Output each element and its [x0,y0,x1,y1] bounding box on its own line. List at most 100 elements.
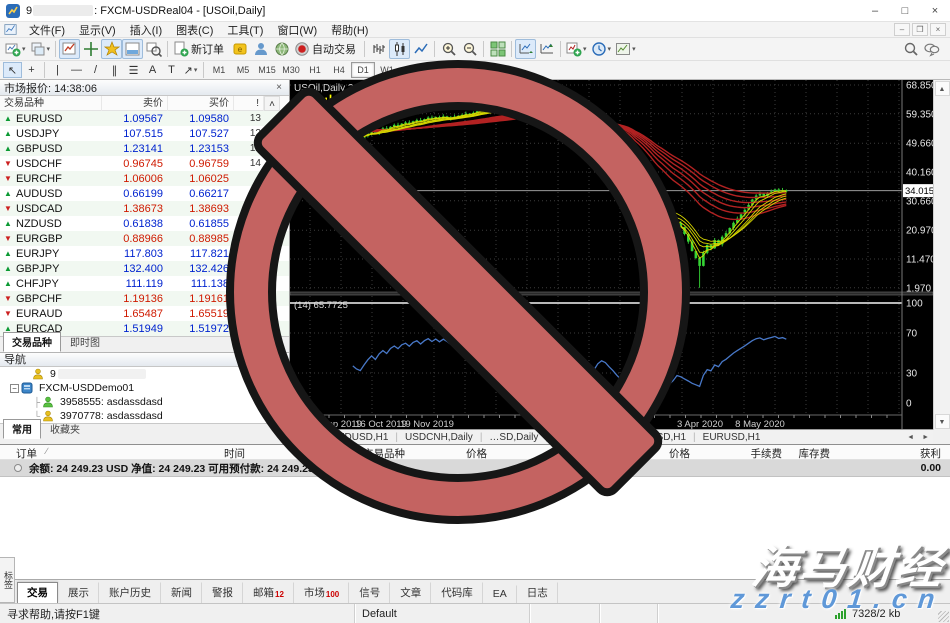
child-close-button[interactable]: × [930,23,946,36]
market-watch-column-header[interactable]: 卖价 [102,96,168,111]
vline-button[interactable]: | [48,62,67,78]
market-watch-column-header[interactable]: 买价 [168,96,234,111]
side-vertical-tab[interactable]: 标签 [0,557,15,603]
chart-scrollbar[interactable]: ▲ ▼ [933,80,950,430]
quote-row-eurusd[interactable]: ▲EURUSD1.095671.0958013 [0,111,289,126]
shapes-button[interactable]: ↗▾ [181,62,200,78]
navigator-tab-常用[interactable]: 常用 [3,419,41,439]
menu-item[interactable]: 插入(I) [123,25,169,37]
child-minimize-button[interactable]: – [894,23,910,36]
auto-scroll-button[interactable] [515,39,536,59]
dropdown-arrow-icon[interactable]: ▾ [632,45,636,53]
indicators-button[interactable]: ▾ [564,39,589,59]
navigator-item[interactable]: ├3958555: asdassdasd [0,395,289,409]
market-watch-tab-交易品种[interactable]: 交易品种 [3,332,61,352]
terminal-tab-账户历史[interactable]: 账户历史 [99,582,161,603]
quote-row-nzdusd[interactable]: ▲NZDUSD0.618380.61855 [0,216,289,231]
quote-row-gbpjpy[interactable]: ▲GBPJPY132.400132.426 [0,261,289,276]
dropdown-arrow-icon[interactable]: ▾ [583,45,587,53]
navigator-item[interactable]: −FXCM-USDDemo01 [0,381,289,395]
zoom-out-button[interactable] [459,39,480,59]
terminal-column-0[interactable]: 订单 [16,446,37,461]
terminal-tab-警报[interactable]: 警报 [202,582,243,603]
scroll-up-icon[interactable]: ▲ [935,81,950,96]
chart-shift-button[interactable] [536,39,557,59]
new-chart-button[interactable]: ▾ [3,39,28,59]
maximize-button[interactable]: □ [890,0,920,22]
profiles-button[interactable]: ▾ [28,39,53,59]
menu-item[interactable]: 文件(F) [22,25,72,37]
navigator-tab-收藏夹[interactable]: 收藏夹 [41,419,89,439]
navigator-item[interactable]: 9 [0,367,289,381]
terminal-column-3[interactable]: 价格 [466,446,487,461]
channel-button[interactable]: ∥ [105,62,124,78]
child-restore-button[interactable]: ❐ [912,23,928,36]
terminal-tab-市场[interactable]: 市场100 [294,582,349,603]
metaeditor-button[interactable]: e [229,39,250,59]
line-chart-button[interactable] [410,39,431,59]
bar-chart-button[interactable] [368,39,389,59]
quote-row-audusd[interactable]: ▲AUDUSD0.661990.66217 [0,186,289,201]
terminal-column-6[interactable]: 库存费 [799,446,831,461]
dropdown-arrow-icon[interactable]: ▾ [22,45,26,53]
timeframe-mn-button[interactable]: MN [399,62,423,78]
website-button[interactable] [271,39,292,59]
quote-row-gbpchf[interactable]: ▼GBPCHF1.191361.19161 [0,291,289,306]
terminal-tab-日志[interactable]: 日志 [517,582,558,603]
market-watch-tab-即时图[interactable]: 即时图 [61,332,109,352]
chart-tab[interactable]: …SD,Daily [482,432,545,443]
terminal-column-5[interactable]: 手续费 [751,446,783,461]
market-watch-column-header[interactable]: 交易品种 [0,96,102,111]
terminal-tab-信号[interactable]: 信号 [349,582,390,603]
price-chart[interactable]: 68.85059.35049.66040.16030.66020.97011.4… [290,80,933,429]
zoom-in-button[interactable] [438,39,459,59]
minimize-button[interactable]: – [860,0,890,22]
crosshair-button[interactable]: + [22,62,41,78]
market-watch-column-header[interactable]: ! [234,96,264,111]
chart-menu-icon[interactable] [4,23,17,36]
close-button[interactable]: × [920,0,950,22]
community-button[interactable] [250,39,271,59]
menu-item[interactable]: 窗口(W) [270,25,324,37]
new-order-button[interactable]: 新订单 [171,39,229,59]
strategy-tester-button[interactable] [143,39,164,59]
timeframe-h4-button[interactable]: H4 [327,62,351,78]
navigator-button[interactable] [101,39,122,59]
chart-tab[interactable]: …1 [292,432,322,443]
trendline-button[interactable]: / [86,62,105,78]
market-watch-scroll-up-icon[interactable]: ˄ [264,96,280,111]
quote-row-euraud[interactable]: ▼EURAUD1.654871.65519 [0,306,289,321]
chart-tab[interactable]: XAUUSD,H1 [622,432,693,443]
candlestick-button[interactable] [389,39,410,59]
chart-tabs-right-icon[interactable]: ► [918,434,933,441]
tree-expander-icon[interactable]: − [10,384,19,393]
chart-tab[interactable]: NZDUSD,H1 [324,432,395,443]
dropdown-arrow-icon[interactable]: ▾ [608,45,612,53]
chart-tab[interactable]: EURUSD,H1 [696,432,768,443]
tile-windows-button[interactable] [487,39,508,59]
autotrading-button[interactable]: 自动交易 [292,39,361,59]
quote-row-usdcad[interactable]: ▼USDCAD1.386731.38693 [0,201,289,216]
quote-row-gbpusd[interactable]: ▲GBPUSD1.231411.2315312 [0,141,289,156]
fibonacci-button[interactable]: ☰ [124,62,143,78]
terminal-tab-文章[interactable]: 文章 [390,582,431,603]
dropdown-arrow-icon[interactable]: ▾ [47,45,51,53]
menu-item[interactable]: 图表(C) [169,25,220,37]
quote-row-eurjpy[interactable]: ▲EURJPY117.803117.821 [0,246,289,261]
templates-button[interactable]: ▾ [613,39,638,59]
quote-row-eurgbp[interactable]: ▼EURGBP0.889660.88985 [0,231,289,246]
terminal-tab-交易[interactable]: 交易 [17,582,58,603]
chat-button[interactable] [921,39,942,59]
timeframe-m15-button[interactable]: M15 [255,62,279,78]
timeframe-w1-button[interactable]: W1 [375,62,399,78]
terminal-column-1[interactable]: 时间 [224,446,245,461]
scroll-down-icon[interactable]: ▼ [935,414,950,429]
search-button[interactable] [900,39,921,59]
quote-row-eurchf[interactable]: ▼EURCHF1.060061.06025 [0,171,289,186]
quote-row-usdchf[interactable]: ▼USDCHF0.967450.9675914 [0,156,289,171]
terminal-tab-代码库[interactable]: 代码库 [431,582,483,603]
menu-item[interactable]: 工具(T) [220,25,270,37]
hline-button[interactable]: — [67,62,86,78]
menu-item[interactable]: 帮助(H) [324,25,375,37]
timeframe-h1-button[interactable]: H1 [303,62,327,78]
